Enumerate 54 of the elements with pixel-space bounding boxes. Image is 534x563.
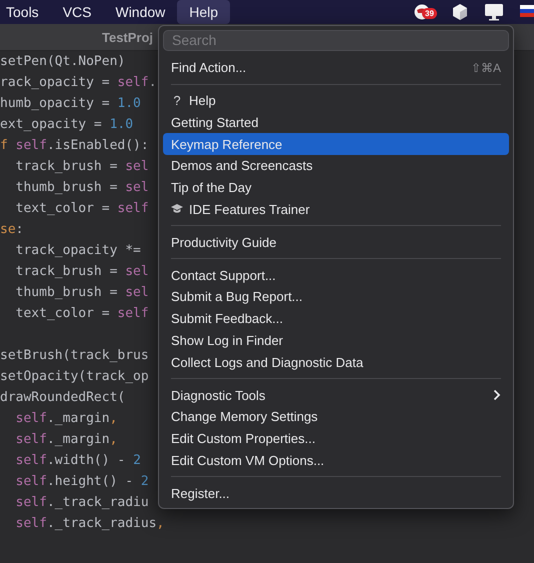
menu-bar-item[interactable]: Window <box>103 0 178 24</box>
menu-item[interactable]: Productivity Guide <box>163 231 509 254</box>
menu-item[interactable]: Edit Custom Properties... <box>163 428 509 450</box>
code-line: self.height() - 2 <box>14 473 149 491</box>
code-line: setOpacity(track_op <box>0 368 149 386</box>
menu-bar-item[interactable]: Help <box>177 0 230 24</box>
menu-bar-item[interactable]: VCS <box>50 0 104 24</box>
code-line: thumb_brush = sel <box>14 284 149 302</box>
menu-item[interactable]: Tip of the Day <box>163 176 509 199</box>
code-line: se: <box>0 221 24 239</box>
code-line: f self.isEnabled(): <box>0 137 149 155</box>
flag-icon[interactable] <box>520 4 534 20</box>
code-line: track_brush = sel <box>14 158 149 176</box>
code-line: self._margin, <box>14 431 118 449</box>
search-field[interactable]: Search <box>163 30 509 51</box>
menu-item[interactable]: Change Memory Settings <box>163 406 509 428</box>
menu-item[interactable]: Demos and Screencasts <box>163 154 509 177</box>
menu-item[interactable]: Submit a Bug Report... <box>163 286 509 308</box>
code-line: humb_opacity = 1.0 <box>0 95 141 113</box>
menu-item[interactable]: Collect Logs and Diagnostic Data <box>163 351 509 374</box>
code-line: setPen(Qt.NoPen) <box>0 53 126 71</box>
code-line: text_color = self <box>14 305 149 323</box>
code-line: track_brush = sel <box>14 263 149 281</box>
menu-item[interactable]: Register... <box>163 482 509 504</box>
menu-item[interactable]: Keymap Reference <box>163 133 509 155</box>
code-line: self.width() - 2 <box>14 452 141 470</box>
graduation-cap-icon <box>171 204 183 214</box>
menu-item[interactable]: ? Help <box>163 90 509 112</box>
menu-item[interactable]: Show Log in Finder <box>163 330 509 352</box>
code-line: self._track_radiu <box>14 494 149 512</box>
code-line: drawRoundedRect( <box>0 389 126 407</box>
code-line: setBrush(track_brus <box>0 347 149 365</box>
menu-item[interactable]: Submit Feedback... <box>163 308 509 330</box>
code-line: self._margin, <box>14 410 118 428</box>
code-line: self._track_radius, <box>14 515 164 533</box>
menu-item[interactable]: Contact Support... <box>163 264 509 286</box>
notification-badge: 39 <box>422 8 437 19</box>
code-line: track_opacity *= <box>14 242 141 260</box>
code-line: thumb_brush = sel <box>14 179 149 197</box>
menu-item[interactable]: IDE Features Trainer <box>163 198 509 220</box>
menu-bar-item[interactable]: Tools <box>0 0 51 24</box>
question-mark-icon: ? <box>171 92 183 108</box>
code-line: ext_opacity = 1.0 <box>0 116 134 134</box>
code-line: rack_opacity = self. <box>0 74 157 92</box>
code-line: text_color = self <box>14 200 149 218</box>
monitor-icon[interactable] <box>484 3 504 21</box>
cube-icon[interactable] <box>452 3 468 21</box>
window-title: TestProj <box>102 30 154 44</box>
menu-item[interactable]: Edit Custom VM Options... <box>163 450 509 472</box>
chevron-right-icon <box>493 389 501 401</box>
menu-item[interactable]: Find Action... ⇧⌘A <box>163 56 509 79</box>
menu-item[interactable]: Diagnostic Tools <box>163 384 509 406</box>
menu-item[interactable]: Getting Started <box>163 111 509 134</box>
shortcut: ⇧⌘A <box>470 60 501 75</box>
